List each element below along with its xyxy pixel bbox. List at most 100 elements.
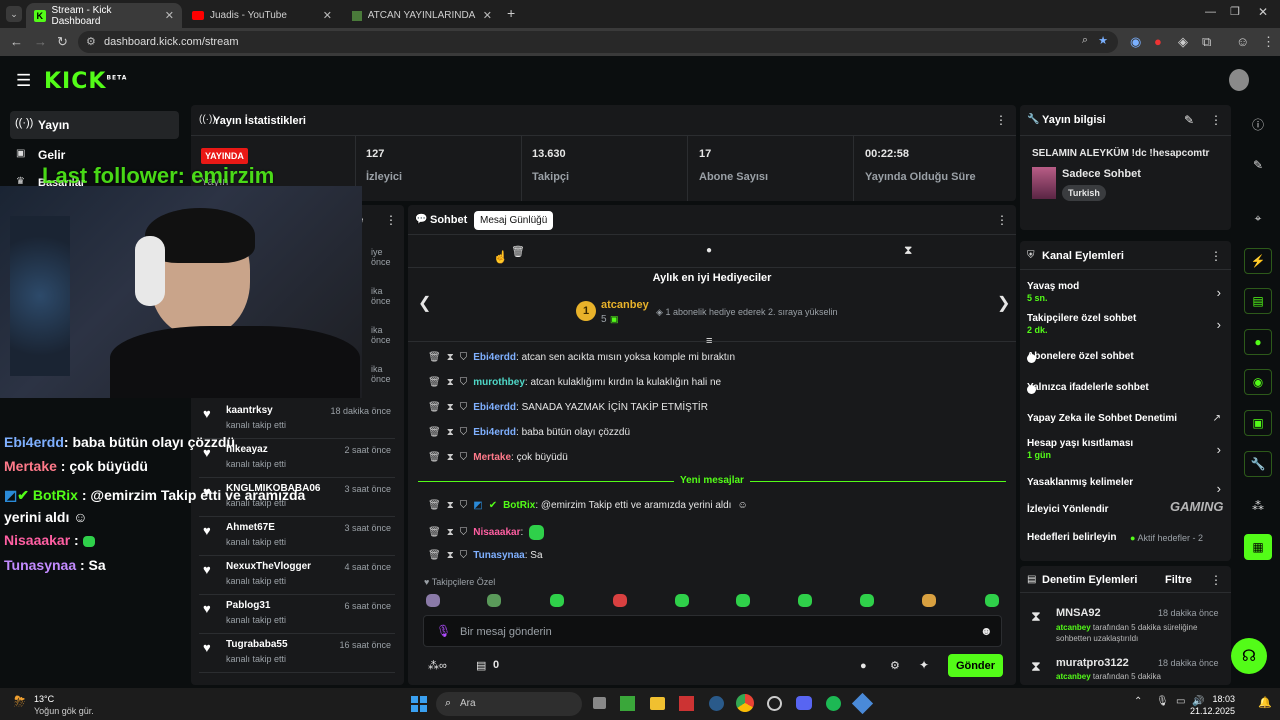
delete-icon[interactable]: 🗑 — [428, 402, 441, 413]
timeout-hourglass-icon[interactable]: ⧗ — [447, 452, 454, 463]
profile-icon[interactable]: ☺ — [1236, 34, 1249, 49]
reload-icon[interactable]: ↻ — [57, 34, 68, 50]
notification-bell-icon[interactable]: 🔔 — [1258, 696, 1272, 709]
settings-gear-icon[interactable]: ⚙ — [890, 659, 900, 672]
app-icon[interactable] — [679, 696, 694, 711]
minecraft-icon[interactable] — [620, 696, 635, 711]
extensions-puzzle-icon[interactable]: ⧉ — [1202, 34, 1211, 50]
points-icon[interactable]: ⁂∞ — [428, 659, 447, 672]
channel-action-item[interactable]: Hesap yaşı kısıtlaması 1 gün › — [1027, 438, 1223, 464]
ban-shield-icon[interactable]: ⛉ — [460, 527, 468, 538]
chat-username[interactable]: Ebi4erdd — [473, 352, 516, 363]
ban-shield-icon[interactable]: ⛉ — [460, 550, 468, 561]
delete-icon[interactable]: 🗑 — [428, 500, 441, 511]
address-bar[interactable]: ⚙ dashboard.kick.com/stream ⌕ ★ — [78, 31, 1118, 53]
next-arrow-icon[interactable]: ❯ — [997, 293, 1010, 313]
timeout-hourglass-icon[interactable]: ⧗ — [447, 500, 454, 511]
channel-action-item[interactable]: Yavaş mod 5 sn. › — [1027, 281, 1223, 307]
microphone-icon[interactable]: 🎙 — [1156, 696, 1169, 707]
extension-icon[interactable]: ● — [1154, 34, 1162, 49]
kick-logo[interactable]: KICKBETA — [44, 69, 127, 94]
timeout-hourglass-icon[interactable]: ⧗ — [447, 527, 454, 538]
channel-action-item[interactable]: Takipçilere özel sohbet 2 dk. › — [1027, 313, 1223, 339]
wrench-icon[interactable]: 🔧 — [1244, 451, 1272, 477]
category-name[interactable]: Sadece Sohbet — [1062, 168, 1141, 180]
emote-icon[interactable] — [426, 594, 440, 607]
chat-username[interactable]: murothbey — [473, 377, 525, 388]
chrome-icon[interactable] — [736, 694, 754, 712]
chat-username[interactable]: Ebi4erdd — [473, 427, 516, 438]
extension-icon[interactable]: ◉ — [1130, 34, 1141, 50]
more-options-icon[interactable]: ⋮ — [995, 113, 1007, 127]
taskbar-search[interactable]: ⌕ Ara — [436, 692, 582, 716]
channel-action-item[interactable]: Yapay Zeka ile Sohbet Denetimi ↗ — [1027, 413, 1223, 439]
channel-action-item[interactable]: Yalnızca ifadelerle sohbet — [1027, 382, 1223, 408]
avatar[interactable] — [1229, 69, 1249, 91]
chat-bubble-icon[interactable]: ● — [706, 245, 712, 256]
timeout-hourglass-icon[interactable]: ⧗ — [447, 427, 454, 438]
app-icon[interactable] — [851, 692, 874, 715]
new-tab-icon[interactable]: + — [507, 5, 515, 21]
chat-bubble-icon[interactable]: ● — [1244, 329, 1272, 355]
more-options-icon[interactable]: ⋮ — [996, 213, 1008, 227]
ban-shield-icon[interactable]: ⛉ — [460, 377, 468, 388]
channel-action-item[interactable]: Abonelere özel sohbet — [1027, 351, 1223, 377]
chat-username[interactable]: BotRix — [503, 500, 535, 511]
close-tab-icon[interactable]: ✕ — [165, 9, 174, 22]
emote-icon[interactable] — [922, 594, 936, 607]
more-options-icon[interactable]: ⋮ — [1210, 113, 1222, 127]
more-options-icon[interactable]: ⋮ — [385, 213, 397, 227]
site-info-icon[interactable]: ⚙ — [86, 35, 96, 48]
channel-action-item[interactable]: Hedefleri belirleyin ● Aktif hedefler - 2 — [1027, 532, 1223, 558]
forward-icon[interactable]: → — [34, 34, 47, 49]
emote-icon[interactable] — [613, 594, 627, 607]
microphone-icon[interactable]: 🎙 — [436, 624, 451, 638]
ban-shield-icon[interactable]: ⛉ — [460, 427, 468, 438]
chat-username[interactable]: Tunasynaa — [473, 550, 525, 561]
emote-icon[interactable] — [550, 594, 564, 607]
more-options-icon[interactable]: ⋮ — [1210, 573, 1222, 587]
ban-shield-icon[interactable]: ⛉ — [460, 402, 468, 413]
emote-icon[interactable] — [860, 594, 874, 607]
emote-icon[interactable] — [675, 594, 689, 607]
tab-kick-dashboard[interactable]: K Stream - Kick Dashboard ✕ — [26, 3, 182, 28]
timeout-hourglass-icon[interactable]: ⧗ — [447, 377, 454, 388]
tab-atcan[interactable]: ATCAN YAYINLARINDA BU SEN... ✕ — [344, 3, 500, 28]
chat-input[interactable]: 🎙 Bir mesaj gönderin ☻ — [423, 615, 1002, 647]
message-log-icon[interactable]: 🗑 — [511, 245, 525, 258]
timeout-hourglass-icon[interactable]: ⧗ — [447, 352, 454, 363]
minimize-icon[interactable]: — — [1205, 6, 1216, 18]
chat-username[interactable]: Mertake — [473, 452, 511, 463]
emote-icon[interactable] — [736, 594, 750, 607]
discord-icon[interactable] — [796, 696, 812, 710]
options-dots-icon[interactable]: ⁂ — [1244, 493, 1272, 519]
prev-arrow-icon[interactable]: ❮ — [418, 293, 431, 313]
send-button[interactable]: Gönder — [948, 654, 1003, 677]
maximize-icon[interactable]: ❐ — [1230, 5, 1240, 18]
top-gifter-name[interactable]: atcanbey — [601, 299, 649, 311]
tab-search-icon[interactable]: ⌄ — [6, 6, 22, 22]
edit-pencil-icon[interactable]: ✎ — [1244, 152, 1272, 178]
emoji-picker-icon[interactable]: ☻ — [980, 624, 993, 638]
hamburger-menu-icon[interactable]: ☰ — [16, 71, 31, 91]
close-window-icon[interactable]: ✕ — [1258, 5, 1268, 19]
filter-button[interactable]: Filtre — [1165, 574, 1192, 586]
chat-username[interactable]: Ebi4erdd — [473, 402, 516, 413]
follower-name[interactable]: NexuxTheVlogger — [226, 561, 311, 572]
spotify-icon[interactable] — [826, 696, 841, 711]
broadcast-icon[interactable]: ◉ — [1244, 369, 1272, 395]
zoom-icon[interactable]: ⌕ — [1082, 34, 1088, 47]
windows-start-icon[interactable] — [411, 696, 427, 712]
delete-icon[interactable]: 🗑 — [428, 527, 441, 538]
app-icon[interactable] — [767, 696, 782, 711]
nav-item-yayin[interactable]: ((·)) Yayın — [10, 111, 179, 139]
steam-icon[interactable] — [709, 696, 724, 711]
collapse-icon[interactable]: ≡ — [706, 335, 712, 347]
emote-menu-icon[interactable]: ✦ — [919, 658, 929, 672]
moderation-icon[interactable]: ▣ — [1244, 410, 1272, 436]
app-launcher-icon[interactable]: ▦ — [1244, 534, 1272, 560]
extension-icon[interactable]: ◈ — [1178, 34, 1188, 50]
hourglass-icon[interactable]: ⧗ — [904, 243, 912, 258]
task-view-icon[interactable] — [593, 697, 606, 709]
lightning-icon[interactable]: ⚡ — [1244, 248, 1272, 274]
